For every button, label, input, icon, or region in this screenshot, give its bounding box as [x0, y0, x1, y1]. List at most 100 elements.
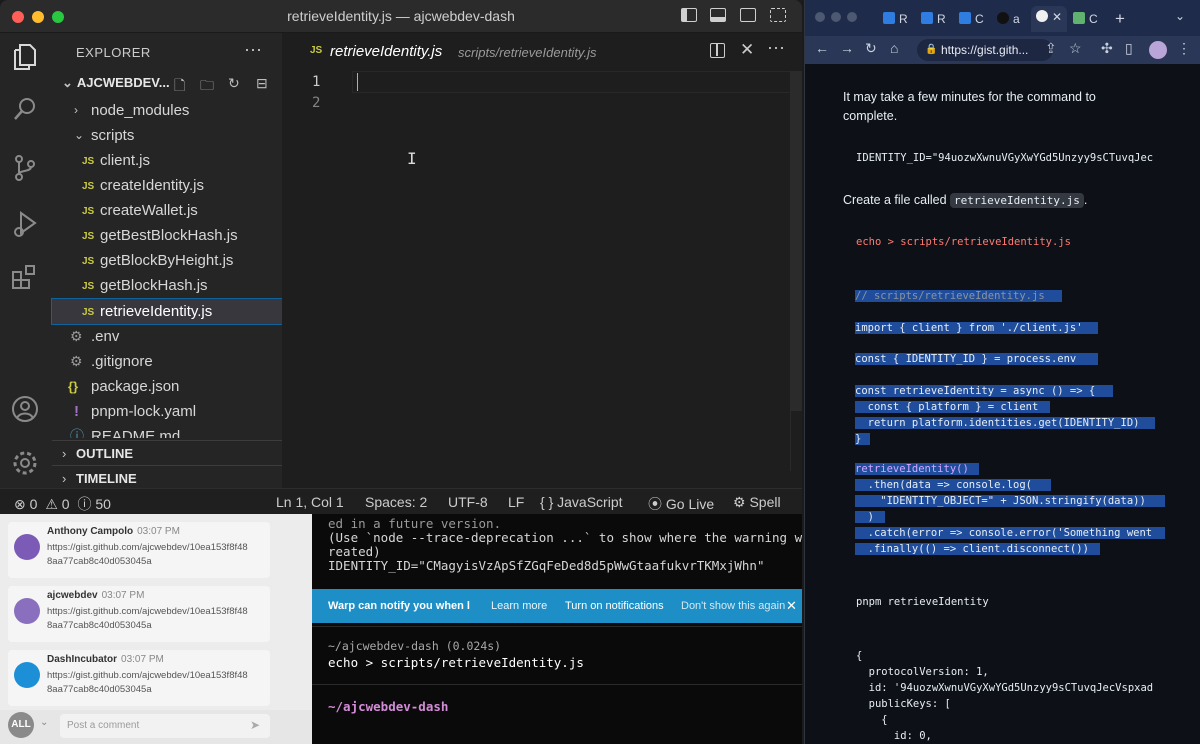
tree-folder-node-modules[interactable]: › node_modules — [52, 98, 282, 123]
new-folder-icon[interactable]: 🗀 — [200, 75, 214, 99]
terminal-output-line: (Use `node --trace-deprecation ...` to s… — [328, 530, 802, 545]
indentation-status[interactable]: Spaces: 2 — [365, 494, 427, 510]
search-icon[interactable] — [10, 95, 40, 125]
menu-kebab-icon[interactable]: ⋮ — [1177, 40, 1191, 57]
close-window-button[interactable] — [815, 12, 825, 22]
browser-tab[interactable]: C — [959, 8, 984, 30]
terminal-output-line: reated) — [328, 544, 381, 559]
browser-tab[interactable]: a — [997, 8, 1020, 30]
forward-icon[interactable]: → — [840, 40, 854, 56]
terminal-command[interactable]: echo > scripts/retrieveIdentity.js — [328, 655, 584, 670]
eol-status[interactable]: LF — [508, 494, 524, 510]
learn-more-link[interactable]: Learn more — [491, 600, 547, 612]
block-divider — [312, 626, 802, 627]
tree-file-pnpm-lock-yaml[interactable]: ! pnpm-lock.yaml — [52, 399, 282, 424]
tree-file-client-js[interactable]: JS client.js — [52, 148, 282, 173]
code-block: echo > scripts/retrieveIdentity.js — [856, 236, 1071, 248]
back-icon[interactable]: ← — [815, 40, 829, 56]
tree-file-getblockhash-js[interactable]: JS getBlockHash.js — [52, 273, 282, 298]
yaml-file-icon: ! — [74, 403, 79, 420]
source-control-icon[interactable] — [10, 153, 40, 183]
browser-tab[interactable]: C — [1073, 8, 1098, 30]
bookmark-star-icon[interactable]: ☆ — [1069, 40, 1082, 57]
browser-tab[interactable]: R — [883, 8, 908, 30]
go-live-label: Go Live — [665, 496, 715, 512]
toggle-primary-sidebar-icon[interactable] — [681, 8, 697, 22]
comment-input[interactable]: Post a comment — [60, 714, 270, 738]
tree-file-package-json[interactable]: {} package.json — [52, 374, 282, 399]
customize-layout-icon[interactable] — [770, 8, 786, 22]
spell-checker-button[interactable]: ⚙ Spell — [733, 494, 781, 511]
extensions-puzzle-icon[interactable]: ✣ — [1101, 40, 1113, 57]
tree-file-env[interactable]: ⚙ .env — [52, 324, 282, 349]
editor-tab-bar: JS retrieveIdentity.js scripts/retrieveI… — [282, 33, 802, 71]
encoding-status[interactable]: UTF-8 — [448, 494, 488, 510]
zoom-window-button[interactable] — [847, 12, 857, 22]
run-debug-icon[interactable] — [10, 209, 40, 239]
language-mode[interactable]: { } JavaScript — [540, 494, 623, 510]
close-tab-icon[interactable]: ✕ — [740, 40, 754, 60]
code-line: id: '94uozwXwnuVGyXwYGd5Unzyy9sCTuvqJecV… — [856, 682, 1154, 694]
tree-file-createwallet-js[interactable]: JS createWallet.js — [52, 198, 282, 223]
turn-on-notifications-button[interactable]: Turn on notifications — [565, 600, 664, 612]
code-line: import { client } from './client.js' — [855, 322, 1098, 334]
split-editor-icon[interactable] — [710, 43, 725, 58]
more-actions-icon[interactable]: ··· — [767, 37, 785, 58]
address-bar[interactable]: 🔒 https://gist.gith... — [917, 39, 1053, 61]
browser-tab-active[interactable]: ✕ — [1031, 6, 1067, 32]
comment-text[interactable]: 8aa77cab8c40d053045a — [47, 684, 152, 695]
profile-avatar[interactable] — [1149, 41, 1167, 59]
comment-text[interactable]: 8aa77cab8c40d053045a — [47, 556, 152, 567]
tree-item-label: retrieveIdentity.js — [100, 303, 213, 320]
account-icon[interactable] — [10, 394, 40, 424]
comment-text[interactable]: https://gist.github.com/ajcwebdev/10ea15… — [47, 542, 248, 553]
outline-section[interactable]: › OUTLINE — [52, 440, 282, 465]
tree-file-retrieveidentity-js[interactable]: JS retrieveIdentity.js — [51, 298, 283, 325]
comment-text[interactable]: https://gist.github.com/ajcwebdev/10ea15… — [47, 670, 248, 681]
settings-gear-icon[interactable] — [10, 448, 40, 478]
notification-message: Warp can notify you when l — [328, 600, 470, 612]
chevron-down-icon[interactable]: ⌄ — [1175, 9, 1185, 23]
close-icon[interactable]: ✕ — [786, 598, 797, 614]
tree-folder-scripts[interactable]: ⌄ scripts — [52, 123, 282, 148]
more-actions-icon[interactable]: ··· — [244, 39, 262, 60]
javascript-file-icon: JS — [82, 281, 95, 292]
scrollbar-thumb[interactable] — [790, 71, 802, 411]
minimize-window-button[interactable] — [831, 12, 841, 22]
reload-icon[interactable]: ↻ — [865, 40, 877, 57]
new-file-icon[interactable]: 🗋 — [174, 75, 185, 99]
home-icon[interactable]: ⌂ — [890, 40, 898, 56]
chevron-down-icon[interactable]: ⌄ — [40, 717, 48, 728]
extensions-icon[interactable] — [10, 263, 40, 293]
browser-tab[interactable]: R — [921, 8, 946, 30]
audience-selector[interactable]: ALL — [8, 712, 34, 738]
collapse-all-icon[interactable]: ⊟ — [256, 75, 268, 92]
refresh-icon[interactable]: ↻ — [228, 75, 240, 92]
problems-indicator[interactable]: ⊗ 0 ⚠ 0 ⓘ 50 — [14, 494, 111, 514]
comment-text[interactable]: 8aa77cab8c40d053045a — [47, 620, 152, 631]
sidebar-icon[interactable]: ▯ — [1125, 40, 1133, 57]
vscode-window: retrieveIdentity.js — ajcwebdev-dash EXP… — [0, 0, 802, 514]
tree-file-createidentity-js[interactable]: JS createIdentity.js — [52, 173, 282, 198]
explorer-icon[interactable] — [10, 43, 40, 73]
tab-title: R — [937, 12, 946, 26]
timeline-section[interactable]: › TIMELINE — [52, 465, 282, 490]
close-tab-icon[interactable]: ✕ — [1052, 10, 1062, 24]
go-live-button[interactable]: ⦿ Go Live — [648, 494, 714, 514]
tree-file-getblockbyheight-js[interactable]: JS getBlockByHeight.js — [52, 248, 282, 273]
project-folder-header[interactable]: ⌄ AJCWEBDEV... — [62, 75, 170, 91]
new-tab-icon[interactable]: + — [1115, 9, 1125, 29]
favicon-icon — [1073, 12, 1085, 24]
tab-retrieveidentity-js[interactable]: JS retrieveIdentity.js scripts/retrieveI… — [282, 33, 596, 71]
cursor-position[interactable]: Ln 1, Col 1 — [276, 494, 344, 510]
send-icon[interactable]: ➤ — [250, 718, 260, 732]
dont-show-again-button[interactable]: Don't show this again — [681, 600, 785, 612]
tree-file-getbestblockhash-js[interactable]: JS getBestBlockHash.js — [52, 223, 282, 248]
chevron-right-icon: › — [74, 103, 78, 117]
toggle-secondary-sidebar-icon[interactable] — [740, 8, 756, 22]
tree-file-readme-md[interactable]: ⓘ README.md — [52, 424, 282, 438]
toggle-panel-icon[interactable] — [710, 8, 726, 22]
comment-text[interactable]: https://gist.github.com/ajcwebdev/10ea15… — [47, 606, 248, 617]
share-icon[interactable]: ⇪ — [1045, 40, 1057, 57]
tree-file-gitignore[interactable]: ⚙ .gitignore — [52, 349, 282, 374]
